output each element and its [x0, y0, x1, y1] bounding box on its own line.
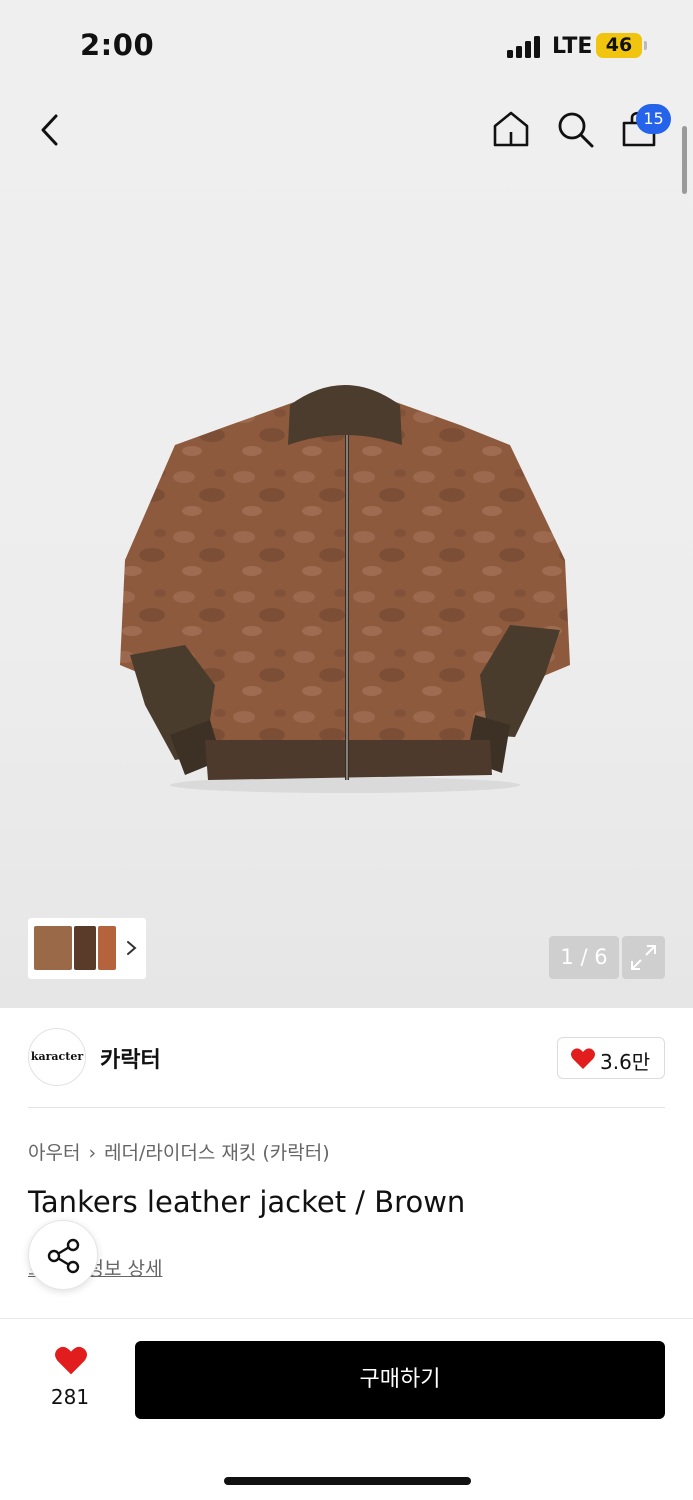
image-page-indicator: 1 / 6	[549, 936, 619, 979]
thumbnail-image[interactable]	[98, 926, 116, 970]
heart-icon	[571, 1048, 595, 1069]
chevron-right-icon: ›	[88, 1142, 97, 1164]
breadcrumb-item[interactable]: 아우터	[28, 1142, 80, 1164]
share-icon	[47, 1238, 80, 1274]
breadcrumb-item[interactable]: 레더/라이더스 재킷 (카락터)	[104, 1142, 330, 1164]
wish-count: 281	[50, 1385, 90, 1409]
brand-logo[interactable]: karacter	[28, 1028, 86, 1086]
thumbnail-image[interactable]	[34, 926, 72, 970]
thumbnail-strip[interactable]	[28, 918, 146, 979]
brand-like-button[interactable]: 3.6만	[557, 1037, 665, 1079]
home-icon[interactable]	[490, 108, 532, 150]
brand-name[interactable]: 카락터	[100, 1042, 161, 1074]
search-icon[interactable]	[554, 108, 596, 150]
scrollbar[interactable]	[682, 126, 687, 194]
network-label: LTE	[552, 34, 593, 59]
brand-like-count: 3.6만	[600, 1050, 651, 1074]
chevron-left-icon[interactable]	[34, 110, 68, 150]
expand-button[interactable]	[622, 936, 665, 979]
status-bar: 2:00 LTE 46	[0, 0, 693, 90]
battery-nub	[644, 41, 647, 50]
buy-button[interactable]: 구매하기	[135, 1341, 665, 1419]
cart-count-badge: 15	[636, 104, 671, 134]
home-indicator[interactable]	[224, 1477, 471, 1485]
thumbnail-image[interactable]	[74, 926, 96, 970]
share-button[interactable]	[28, 1220, 98, 1290]
divider	[28, 1107, 665, 1108]
brand-row[interactable]: karacter 카락터 3.6만	[0, 1028, 693, 1088]
expand-icon	[631, 945, 656, 970]
chevron-right-icon[interactable]	[125, 936, 139, 960]
breadcrumb: 아우터 › 레더/라이더스 재킷 (카락터)	[28, 1138, 330, 1165]
heart-icon[interactable]	[53, 1345, 89, 1377]
bottom-action-bar: 281 구매하기	[0, 1318, 693, 1500]
signal-icon	[507, 36, 543, 58]
product-image	[120, 385, 570, 793]
status-time: 2:00	[80, 28, 155, 62]
product-title: Tankers leather jacket / Brown	[28, 1185, 466, 1219]
product-gallery[interactable]: 15 1 / 6	[0, 90, 693, 1008]
battery-icon: 46	[596, 33, 642, 58]
